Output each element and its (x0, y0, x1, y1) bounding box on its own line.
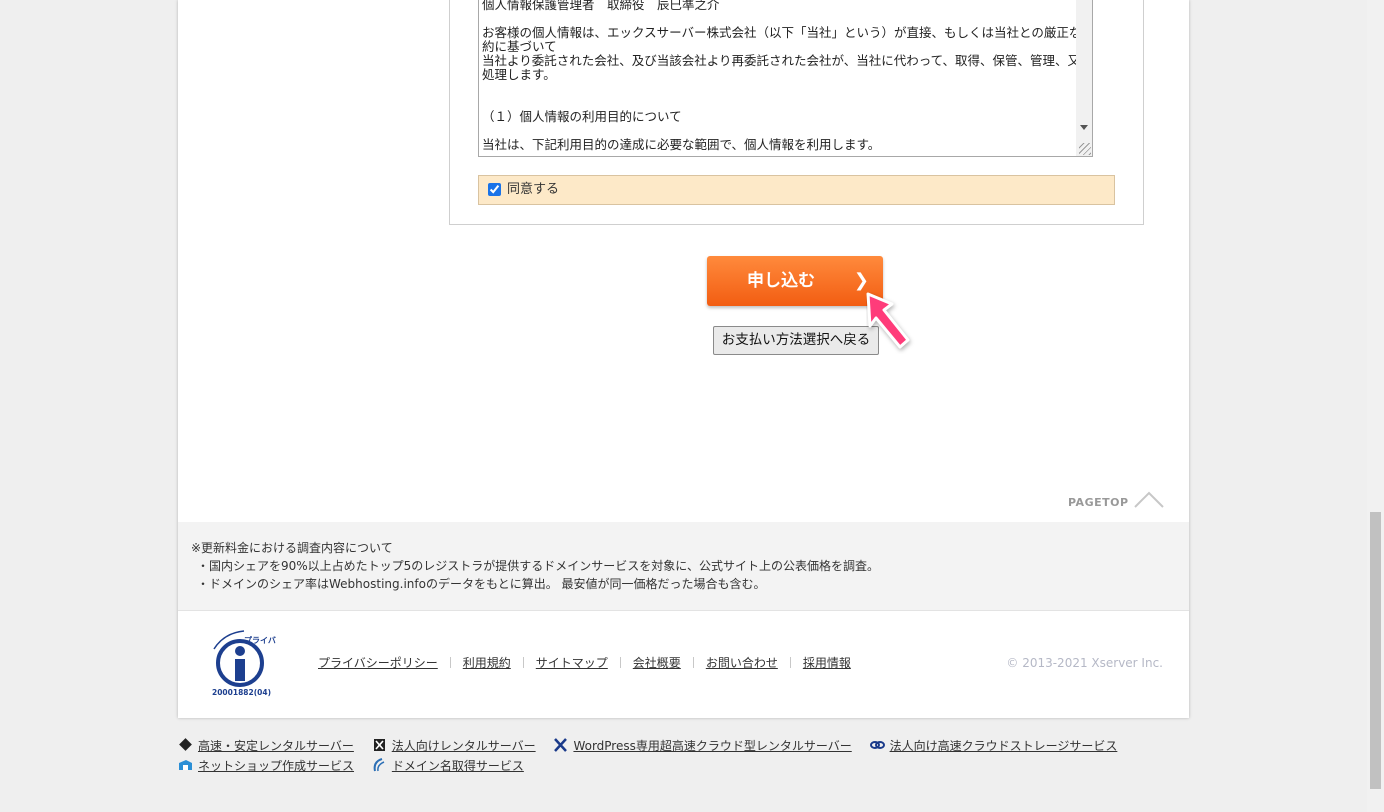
footer-separator (619, 657, 621, 668)
service-link-xserver[interactable]: 高速・安定レンタルサーバー (178, 737, 354, 755)
notes-item: ・国内シェアを90%以上占めたトップ5のレジストラが提供するドメインサービスを対… (197, 559, 879, 573)
pointer-arrow-icon (866, 292, 910, 349)
chevron-up-icon (1134, 491, 1164, 508)
terms-line: 当社は、下記利用目的の達成に必要な範囲で、個人情報を利用します。 (482, 137, 881, 152)
svg-text:20001882(04): 20001882(04) (212, 688, 271, 697)
window-scrollbar-thumb[interactable] (1370, 512, 1381, 789)
service-link-shop[interactable]: ネットショップ作成サービス (178, 757, 354, 775)
wpx-icon (554, 738, 568, 752)
footer-link-contact[interactable]: お問い合わせ (706, 656, 778, 670)
service-links: 高速・安定レンタルサーバー 法人向けレンタルサーバー WordPress専用超高… (178, 737, 1131, 777)
footer-separator (789, 657, 791, 668)
footer-separator (692, 657, 694, 668)
submit-button[interactable]: 申し込む ❯ (707, 256, 883, 306)
submit-button-label: 申し込む (747, 271, 815, 291)
main-card: 個人情報保護管理者 取締役 辰巳準之介 お客様の個人情報は、エックスサーバー株式… (178, 0, 1189, 718)
xserver-business-icon (373, 739, 385, 751)
terms-scrollbar[interactable] (1076, 0, 1092, 156)
domain-icon (373, 758, 385, 772)
agree-label: 同意する (507, 182, 560, 197)
shop-icon (179, 760, 192, 770)
notes-item: ・ドメインのシェア率はWebhosting.infoのデータをもとに算出。 最安… (197, 577, 766, 591)
terms-line: 個人情報保護管理者 取締役 辰巳準之介 (482, 0, 720, 12)
svg-text:プライバシー: プライバシー (244, 635, 276, 645)
pagetop-label: PAGETOP (1068, 496, 1129, 509)
service-link-cloud-storage[interactable]: 法人向け高速クラウドストレージサービス (869, 737, 1117, 755)
window-scrollbar[interactable] (1367, 0, 1384, 812)
back-to-payment-button[interactable]: お支払い方法選択へ戻る (713, 326, 879, 355)
terms-textarea[interactable]: 個人情報保護管理者 取締役 辰巳準之介 お客様の個人情報は、エックスサーバー株式… (478, 0, 1093, 157)
terms-line: （１）個人情報の利用目的について (482, 109, 682, 124)
resize-grip-icon[interactable] (1079, 143, 1091, 155)
footer-link-sitemap[interactable]: サイトマップ (536, 656, 608, 670)
copyright: © 2013-2021 Xserver Inc. (1006, 656, 1163, 670)
footer: プライバシー 20001882(04) プライバシーポリシー 利用規約 サイトマップ… (178, 611, 1189, 718)
service-link-wpx[interactable]: WordPress専用超高速クラウド型レンタルサーバー (553, 737, 852, 755)
notes-title: ※更新料金における調査内容について (191, 541, 393, 555)
footer-separator (522, 657, 524, 668)
xserver-icon (179, 738, 192, 751)
terms-line: お客様の個人情報は、エックスサーバー株式会社（以下「当社」という）が直接、もしく… (482, 25, 1093, 54)
footer-link-company[interactable]: 会社概要 (633, 656, 681, 670)
privacy-mark-logo: プライバシー 20001882(04) (212, 630, 276, 697)
terms-line (482, 96, 1092, 110)
terms-line (482, 124, 1092, 138)
terms-line (482, 82, 1092, 96)
agree-checkbox-row[interactable]: 同意する (478, 175, 1115, 205)
terms-content: 個人情報保護管理者 取締役 辰巳準之介 お客様の個人情報は、エックスサーバー株式… (482, 0, 1093, 152)
scroll-down-arrow-icon[interactable] (1080, 125, 1088, 130)
footer-link-recruit[interactable]: 採用情報 (803, 656, 851, 670)
footer-link-privacy-policy[interactable]: プライバシーポリシー (318, 656, 438, 670)
notes-section: ※更新料金における調査内容について ・国内シェアを90%以上占めたトップ5のレジ… (178, 522, 1189, 611)
footer-separator (449, 657, 451, 668)
pagetop-link[interactable]: PAGETOP (1068, 490, 1164, 512)
agree-checkbox[interactable] (488, 183, 501, 196)
terms-line (482, 12, 1092, 26)
agreement-panel: 個人情報保護管理者 取締役 辰巳準之介 お客様の個人情報は、エックスサーバー株式… (449, 0, 1144, 225)
cloud-storage-icon (869, 741, 885, 749)
terms-line: 当社より委託された会社、及び当該会社より再委託された会社が、当社に代わって、取得… (482, 53, 1093, 82)
footer-nav: プライバシーポリシー 利用規約 サイトマップ 会社概要 お問い合わせ 採用情報 (318, 654, 851, 671)
service-link-domain[interactable]: ドメイン名取得サービス (372, 757, 524, 775)
service-link-xserver-business[interactable]: 法人向けレンタルサーバー (372, 737, 536, 755)
footer-link-terms[interactable]: 利用規約 (463, 656, 511, 670)
